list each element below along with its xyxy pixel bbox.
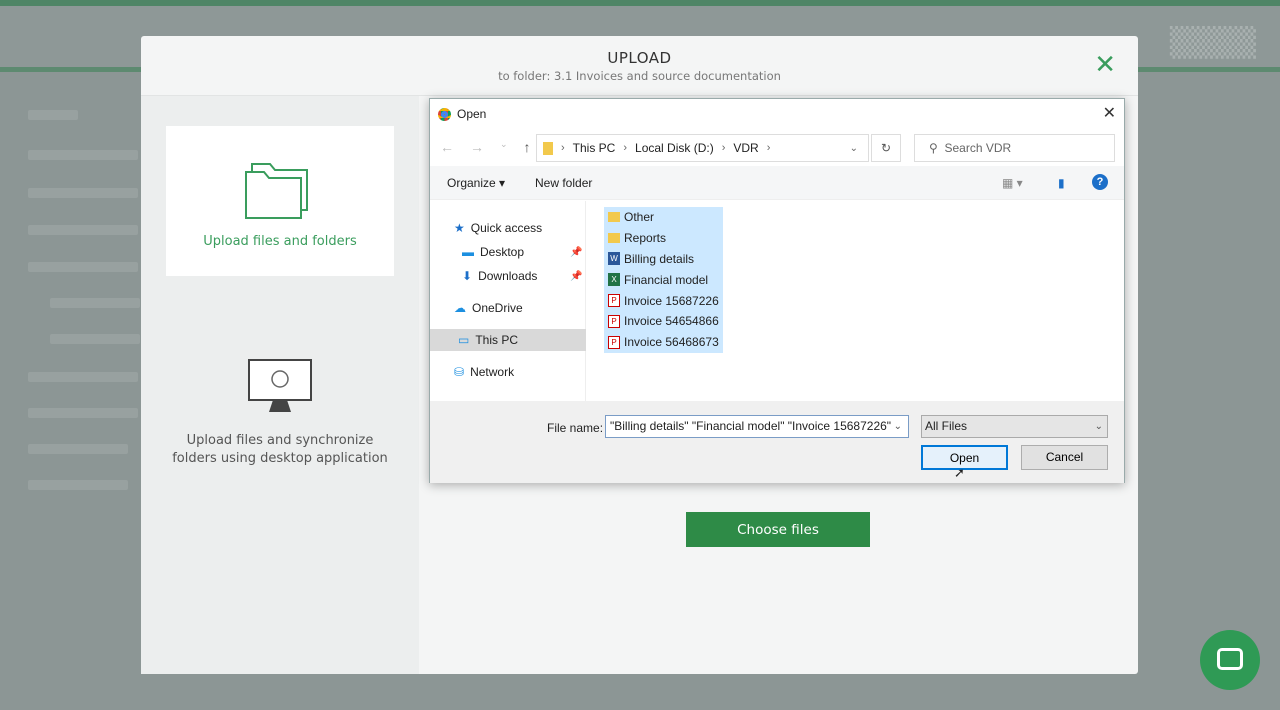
address-bar[interactable]: › This PC › Local Disk (D:) › VDR › ⌄ [536,134,869,162]
modal-title: UPLOAD [607,49,672,67]
folder-icon [245,163,308,219]
folder-icon [543,141,553,155]
choose-files-button[interactable]: Choose files [686,512,870,547]
up-icon[interactable]: ↑ [524,139,531,155]
preview-pane-icon[interactable]: ▮ [1058,176,1065,190]
file-item[interactable]: X Financial model [604,269,723,291]
file-item[interactable]: P Invoice 15687226 [604,290,723,311]
dialog-close-icon[interactable]: ✕ [1103,103,1116,123]
search-input[interactable]: ⚲ Search VDR [914,134,1115,162]
monitor-sync-icon [248,359,312,412]
file-item[interactable]: P Invoice 56468673 [604,331,723,353]
file-item[interactable]: Reports [604,227,723,249]
upload-files-and-folders-card[interactable]: Upload files and folders [166,126,394,276]
desktop-icon: ▬ [462,245,474,259]
cloud-icon: ☁ [454,301,466,315]
excel-icon: X [608,273,620,287]
file-item[interactable]: P Invoice 54654866 [604,310,723,332]
tree-downloads[interactable]: ⬇ Downloads 📌 [462,265,586,287]
file-item[interactable]: W Billing details [604,248,723,270]
pdf-icon: P [608,335,620,349]
modal-subtitle: to folder: 3.1 Invoices and source docum… [498,69,781,83]
help-icon[interactable]: ? [1092,174,1108,190]
upload-card-label: Upload files and folders [203,234,357,249]
cancel-button[interactable]: Cancel [1021,445,1108,470]
search-placeholder: Search VDR [944,141,1012,155]
logo: ▒▒▒▒ [1169,26,1256,59]
network-icon: ⛁ [454,365,465,379]
chat-icon [1217,648,1243,670]
word-icon: W [608,252,620,266]
path-vdr[interactable]: VDR [733,141,758,155]
open-file-dialog: Open ✕ ← → ⌄ ↑ › This PC › Local Disk (D:) › V… [429,98,1125,483]
new-folder-button[interactable]: New folder [535,176,592,190]
forward-icon[interactable]: → [470,139,484,155]
refresh-icon[interactable]: ↻ [871,134,901,162]
back-icon[interactable]: ← [440,139,454,155]
recent-icon[interactable]: ⌄ [500,139,508,155]
chevron-down-icon[interactable]: ⌄ [891,416,904,437]
close-icon[interactable]: ✕ [1094,52,1116,78]
chat-button[interactable] [1200,630,1260,690]
download-icon: ⬇ [462,269,473,283]
path-local-disk[interactable]: Local Disk (D:) [635,141,714,155]
path-this-pc[interactable]: This PC [573,141,616,155]
file-type-select[interactable]: All Files ⌄ [921,415,1108,438]
navigation-tree: ★ Quick access ▬ Desktop 📌 ⬇ Downloads 📌 ☁ One… [430,201,586,401]
file-item[interactable]: Other [604,207,723,228]
tree-network[interactable]: ⛁ Network [454,361,514,383]
desktop-label-2: folders using desktop application [172,451,388,466]
tree-desktop[interactable]: ▬ Desktop 📌 [462,241,586,263]
file-name-label: File name: [547,421,604,435]
tree-quick-access[interactable]: ★ Quick access [454,217,542,239]
tree-this-pc[interactable]: ▭ This PC [430,329,586,351]
pin-icon: 📌 [570,270,583,282]
view-options-icon[interactable]: ▦ ▾ [1002,176,1023,190]
dialog-title: Open [457,107,487,121]
mouse-cursor-icon: ➚ [954,465,965,480]
computer-icon: ▭ [458,333,470,347]
chevron-down-icon[interactable]: ⌄ [850,143,858,154]
pin-icon: 📌 [570,246,583,258]
folder-icon [608,212,620,223]
file-type-value: All Files [925,419,968,433]
file-list: Other Reports W Billing details X Financia… [604,207,723,353]
desktop-app-option[interactable]: Upload files and synchronize folders usin… [141,358,419,468]
desktop-label-1: Upload files and synchronize [186,433,374,448]
file-name-value: "Billing details" "Financial model" "Inv… [610,419,892,433]
file-name-input[interactable]: "Billing details" "Financial model" "Inv… [605,415,909,438]
tree-onedrive[interactable]: ☁ OneDrive [454,297,523,319]
pdf-icon: P [608,314,620,328]
organize-button[interactable]: Organize ▾ [447,176,505,190]
chevron-down-icon: ⌄ [1094,421,1103,432]
pdf-icon: P [608,294,620,308]
folder-icon [608,233,620,244]
chrome-icon [438,107,451,121]
star-icon: ★ [454,221,465,235]
search-icon: ⚲ [929,141,938,155]
